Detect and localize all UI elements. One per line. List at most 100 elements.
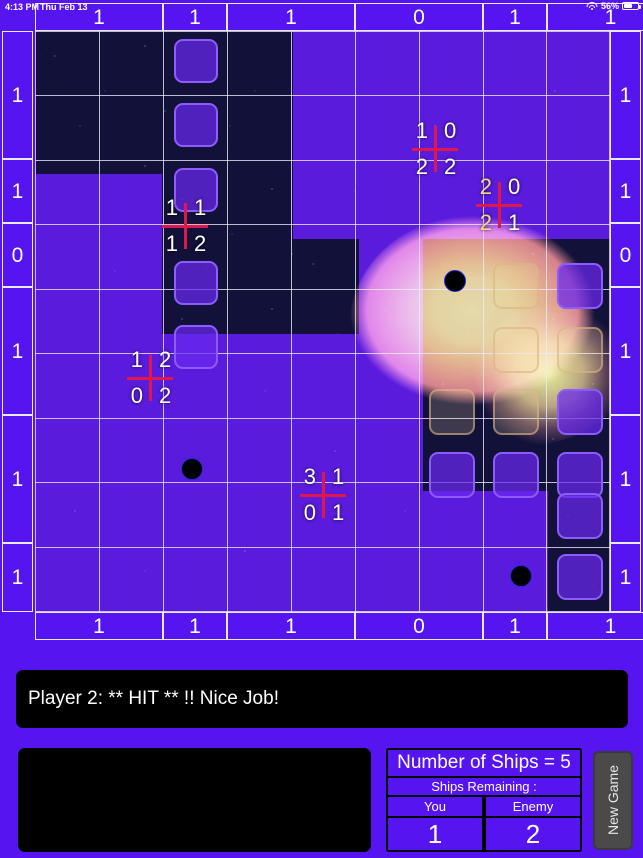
bottom-label-0[interactable]: 1 — [35, 612, 163, 640]
ships-remaining-columns: You 1 Enemy 2 — [388, 797, 580, 850]
ship-marker[interactable] — [174, 261, 218, 305]
grid-line — [483, 31, 484, 612]
grid-line — [546, 31, 547, 612]
ships-enemy-value: 2 — [486, 818, 580, 850]
grid-line — [35, 31, 36, 612]
game-board[interactable]: 1 0 2 2 2 0 2 1 1 1 1 2 1 2 0 2 3 1 0 1 … — [0, 0, 643, 645]
ship-marker[interactable] — [493, 327, 539, 373]
ship-marker[interactable] — [429, 389, 475, 435]
grid-line — [35, 547, 610, 548]
right-label-3[interactable]: 1 — [610, 287, 641, 415]
left-label-strip: 1 1 0 1 1 1 — [2, 31, 33, 612]
crosshair-value-bottom-left: 0 — [130, 383, 143, 408]
ship-marker[interactable] — [557, 389, 603, 435]
ship-marker[interactable] — [174, 325, 218, 369]
top-label-0[interactable]: 1 — [35, 3, 163, 31]
ships-enemy-header: Enemy — [486, 797, 580, 816]
crosshair-value-top-right: 0 — [444, 118, 457, 143]
top-label-2[interactable]: 1 — [227, 3, 355, 31]
crosshair-value-bottom-left: 2 — [415, 154, 428, 179]
crosshair-vertical-bar — [433, 126, 437, 172]
crosshair-value-bottom-right: 2 — [159, 383, 172, 408]
hit-marker — [510, 565, 532, 587]
crosshair-value-top-right: 1 — [194, 195, 207, 220]
right-label-4[interactable]: 1 — [610, 415, 641, 543]
right-label-5[interactable]: 1 — [610, 543, 641, 612]
ship-marker[interactable] — [429, 452, 475, 498]
crosshair-value-top-left: 1 — [130, 347, 143, 372]
ships-you-column: You 1 — [388, 797, 482, 850]
crosshair-value-bottom-right: 2 — [194, 231, 207, 256]
crosshair-vertical-bar — [183, 203, 187, 249]
ships-total-label: Number of Ships = 5 — [388, 750, 580, 776]
bottom-label-1[interactable]: 1 — [163, 612, 227, 640]
grid-line — [163, 31, 164, 612]
message-text: Player 2: ** HIT ** !! Nice Job! — [28, 688, 279, 709]
hit-marker — [444, 270, 466, 292]
ship-marker[interactable] — [557, 452, 603, 498]
grid-line — [35, 31, 610, 32]
left-label-5[interactable]: 1 — [2, 543, 33, 612]
unexplored-region — [293, 239, 359, 334]
grid-line — [227, 31, 228, 612]
ships-remaining-label: Ships Remaining : — [388, 778, 580, 795]
left-label-4[interactable]: 1 — [2, 415, 33, 543]
ships-panel: Number of Ships = 5 Ships Remaining : Yo… — [386, 748, 582, 852]
ship-marker[interactable] — [557, 554, 603, 600]
crosshair-value-top-right: 1 — [332, 464, 345, 489]
left-label-1[interactable]: 1 — [2, 159, 33, 223]
hit-marker — [181, 458, 203, 480]
ship-marker[interactable] — [174, 39, 218, 83]
ship-marker[interactable] — [493, 263, 539, 309]
grid-line — [35, 160, 610, 161]
crosshair-value-bottom-left: 1 — [165, 231, 178, 256]
left-label-0[interactable]: 1 — [2, 31, 33, 159]
right-label-1[interactable]: 1 — [610, 159, 641, 223]
grid-line — [291, 31, 292, 612]
grid-line — [99, 31, 100, 612]
ship-marker[interactable] — [557, 327, 603, 373]
top-label-3[interactable]: 0 — [355, 3, 483, 31]
top-label-4[interactable]: 1 — [483, 3, 547, 31]
crosshair-value-top-left: 3 — [303, 464, 316, 489]
top-label-5[interactable]: 1 — [547, 3, 643, 31]
right-label-0[interactable]: 1 — [610, 31, 641, 159]
top-label-1[interactable]: 1 — [163, 3, 227, 31]
crosshair-vertical-bar — [497, 182, 501, 228]
message-bar: Player 2: ** HIT ** !! Nice Job! — [16, 670, 628, 728]
log-panel — [18, 748, 371, 852]
crosshair-vertical-bar — [321, 472, 325, 518]
ship-marker[interactable] — [557, 263, 603, 309]
crosshair-vertical-bar — [148, 355, 152, 401]
crosshair-value-bottom-left: 0 — [303, 500, 316, 525]
ships-you-value: 1 — [388, 818, 482, 850]
crosshair-value-bottom-right: 1 — [332, 500, 345, 525]
right-label-2[interactable]: 0 — [610, 223, 641, 287]
game-screen: 4:13 PM Thu Feb 13 56% 1 0 2 2 2 0 2 1 1… — [0, 0, 643, 858]
crosshair-value-bottom-left: 2 — [479, 210, 492, 235]
crosshair-value-bottom-right: 1 — [508, 210, 521, 235]
ship-marker[interactable] — [493, 389, 539, 435]
grid-line — [355, 31, 356, 612]
ship-marker[interactable] — [557, 493, 603, 539]
ship-marker[interactable] — [493, 452, 539, 498]
ship-marker[interactable] — [174, 103, 218, 147]
left-label-2[interactable]: 0 — [2, 223, 33, 287]
unexplored-region — [35, 31, 293, 174]
right-label-strip: 1 1 0 1 1 1 — [610, 31, 641, 612]
ships-you-header: You — [388, 797, 482, 816]
new-game-button[interactable]: New Game — [593, 751, 633, 850]
bottom-label-5[interactable]: 1 — [547, 612, 643, 640]
crosshair-value-top-right: 2 — [159, 347, 172, 372]
crosshair-value-top-left: 1 — [415, 118, 428, 143]
left-label-3[interactable]: 1 — [2, 287, 33, 415]
ships-enemy-column: Enemy 2 — [486, 797, 580, 850]
grid-field[interactable]: 1 0 2 2 2 0 2 1 1 1 1 2 1 2 0 2 3 1 0 1 — [35, 31, 610, 612]
new-game-button-label: New Game — [605, 765, 621, 836]
crosshair-value-top-right: 0 — [508, 174, 521, 199]
crosshair-value-top-left: 2 — [479, 174, 492, 199]
grid-line — [35, 95, 610, 96]
bottom-label-4[interactable]: 1 — [483, 612, 547, 640]
bottom-label-3[interactable]: 0 — [355, 612, 483, 640]
bottom-label-2[interactable]: 1 — [227, 612, 355, 640]
